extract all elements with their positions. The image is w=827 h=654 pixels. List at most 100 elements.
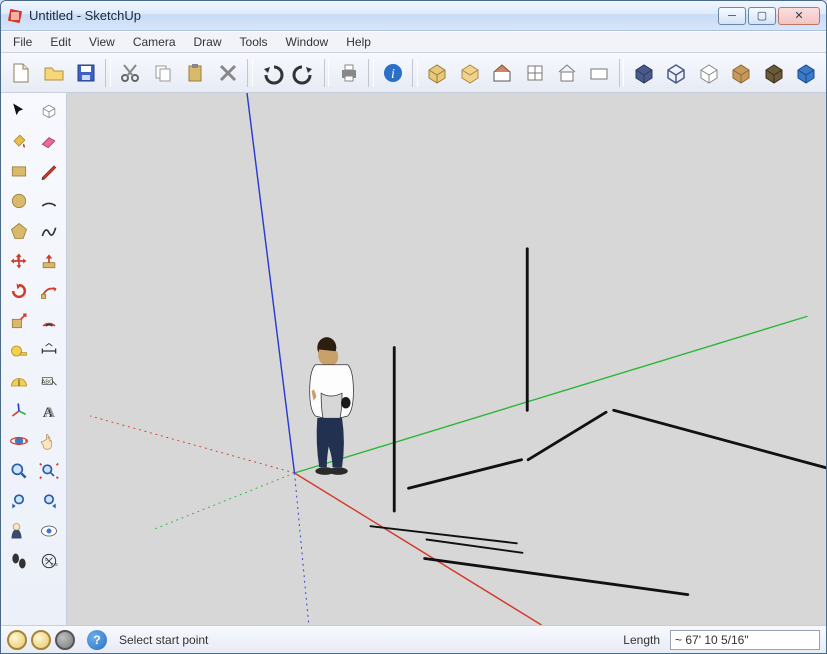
svg-text:R-S: R-S — [50, 562, 57, 567]
paste-button[interactable] — [180, 57, 210, 89]
pan-icon — [39, 431, 59, 451]
followme-button[interactable] — [35, 277, 63, 305]
copy-button[interactable] — [148, 57, 178, 89]
zoom-extents-icon — [39, 461, 59, 481]
menu-draw[interactable]: Draw — [186, 33, 230, 51]
move-tool-button[interactable] — [5, 247, 33, 275]
delete-button[interactable] — [213, 57, 243, 89]
component-button[interactable] — [422, 57, 452, 89]
sky-ground — [86, 93, 808, 625]
side-row — [3, 187, 65, 215]
app-window: Untitled - SketchUp ─ ▢ ✕ FileEditViewCa… — [0, 0, 827, 654]
undo-icon — [260, 61, 284, 85]
menu-camera[interactable]: Camera — [125, 33, 184, 51]
copy-icon — [151, 61, 175, 85]
dimension-icon — [39, 341, 59, 361]
component-make-button[interactable] — [35, 97, 63, 125]
protractor-button[interactable] — [5, 367, 33, 395]
offset-tool-button[interactable] — [35, 307, 63, 335]
viewport[interactable] — [67, 93, 826, 625]
zoom-prev-button[interactable] — [5, 487, 33, 515]
circle-tool-button[interactable] — [5, 187, 33, 215]
minimize-button[interactable]: ─ — [718, 7, 746, 25]
titlebar[interactable]: Untitled - SketchUp ─ ▢ ✕ — [1, 1, 826, 31]
toolbar-separator — [412, 59, 418, 87]
polygon-tool-button[interactable] — [5, 217, 33, 245]
print-button[interactable] — [333, 57, 363, 89]
save-button[interactable] — [71, 57, 101, 89]
house-button[interactable] — [487, 57, 517, 89]
walk-button[interactable] — [5, 547, 33, 575]
rectangle-tool-button[interactable] — [5, 157, 33, 185]
toolbar-separator — [247, 59, 253, 87]
svg-text:i: i — [391, 67, 395, 82]
length-input[interactable] — [670, 630, 820, 650]
wireframe-cube-icon — [664, 61, 688, 85]
box-button[interactable] — [454, 57, 484, 89]
geo-icon[interactable] — [55, 630, 75, 650]
blue-cube-button[interactable] — [791, 57, 821, 89]
window-button[interactable] — [519, 57, 549, 89]
solid-cube-button[interactable] — [628, 57, 658, 89]
rotate-tool-button[interactable] — [5, 277, 33, 305]
open-file-button[interactable] — [38, 57, 68, 89]
paint-bucket-button[interactable] — [5, 127, 33, 155]
axes-button[interactable] — [5, 397, 33, 425]
section-plane-button[interactable]: CR-S — [35, 547, 63, 575]
side-row — [3, 217, 65, 245]
menu-window[interactable]: Window — [278, 33, 337, 51]
zoom-next-button[interactable] — [35, 487, 63, 515]
tapemeasure-icon — [9, 341, 29, 361]
pushpull-icon — [39, 251, 59, 271]
open-file-icon — [42, 61, 66, 85]
zoom-button[interactable] — [5, 457, 33, 485]
3dtext-icon: AA — [39, 401, 59, 421]
length-label: Length — [623, 633, 660, 647]
position-camera-button[interactable] — [5, 517, 33, 545]
orbit-button[interactable] — [5, 427, 33, 455]
menu-tools[interactable]: Tools — [232, 33, 276, 51]
new-file-icon — [9, 61, 33, 85]
menu-file[interactable]: File — [5, 33, 40, 51]
3dtext-button[interactable]: AA — [35, 397, 63, 425]
credits-icon[interactable] — [7, 630, 27, 650]
side-row — [3, 97, 65, 125]
freehand-button[interactable] — [35, 217, 63, 245]
zoom-extents-button[interactable] — [35, 457, 63, 485]
model-info-button[interactable]: i — [378, 57, 408, 89]
undo-button[interactable] — [257, 57, 287, 89]
look-around-icon — [39, 521, 59, 541]
arc-tool-button[interactable] — [35, 187, 63, 215]
zoom-prev-icon — [9, 491, 29, 511]
menu-edit[interactable]: Edit — [42, 33, 79, 51]
tapemeasure-button[interactable] — [5, 337, 33, 365]
help-icon[interactable]: ? — [87, 630, 107, 650]
menu-help[interactable]: Help — [338, 33, 379, 51]
scale-tool-button[interactable] — [5, 307, 33, 335]
rect-flat-button[interactable] — [584, 57, 614, 89]
pencil-line-button[interactable] — [35, 157, 63, 185]
scene-canvas[interactable] — [67, 93, 826, 625]
text-label-button[interactable]: ABC — [35, 367, 63, 395]
eraser-button[interactable] — [35, 127, 63, 155]
maximize-button[interactable]: ▢ — [748, 7, 776, 25]
pushpull-button[interactable] — [35, 247, 63, 275]
dimension-button[interactable] — [35, 337, 63, 365]
door-button[interactable] — [552, 57, 582, 89]
side-row — [3, 127, 65, 155]
license-icon[interactable] — [31, 630, 51, 650]
cut-button[interactable] — [115, 57, 145, 89]
pan-button[interactable] — [35, 427, 63, 455]
redo-icon — [292, 61, 316, 85]
redo-button[interactable] — [289, 57, 319, 89]
close-button[interactable]: ✕ — [778, 7, 820, 25]
look-around-button[interactable] — [35, 517, 63, 545]
select-arrow-button[interactable] — [5, 97, 33, 125]
striped-cube-button[interactable] — [758, 57, 788, 89]
side-row: CR-S — [3, 547, 65, 575]
white-cube-button[interactable] — [693, 57, 723, 89]
menu-view[interactable]: View — [81, 33, 123, 51]
new-file-button[interactable] — [6, 57, 36, 89]
wireframe-cube-button[interactable] — [661, 57, 691, 89]
wood-cube-button[interactable] — [726, 57, 756, 89]
